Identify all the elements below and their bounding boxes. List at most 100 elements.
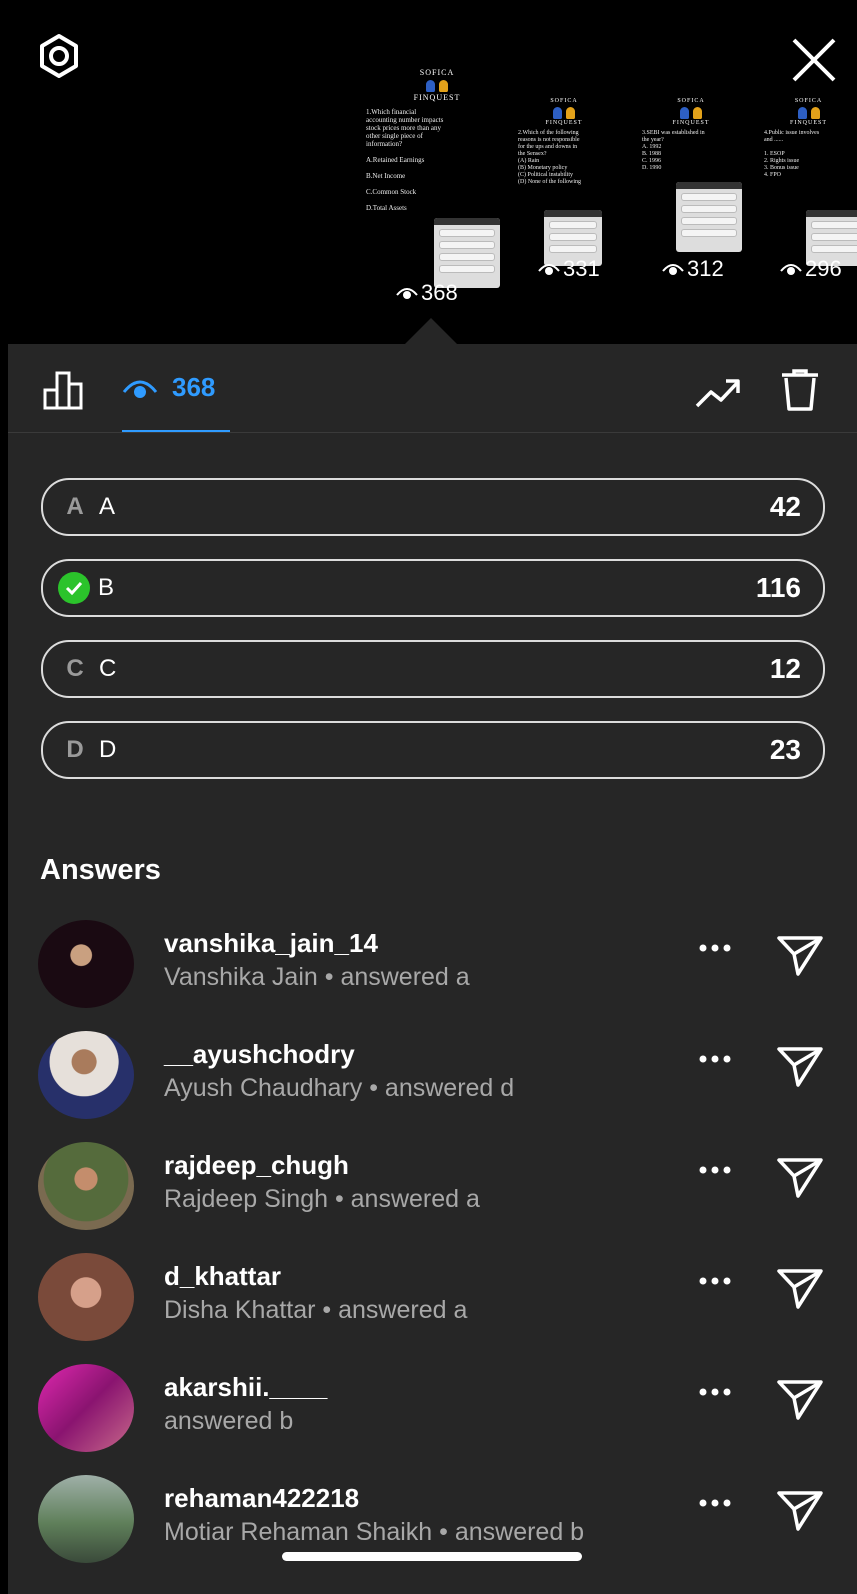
avatar[interactable]: [38, 920, 134, 1008]
more-options-icon[interactable]: [698, 942, 732, 954]
avatar[interactable]: [38, 1253, 134, 1341]
more-options-icon[interactable]: [698, 1497, 732, 1509]
send-icon[interactable]: [776, 1489, 824, 1533]
story-brand-sub: FINQUEST: [413, 93, 461, 102]
poll-option-a[interactable]: A A 42: [41, 478, 825, 536]
active-tab-indicator: [122, 430, 230, 432]
option-count: 42: [769, 491, 801, 522]
avatar[interactable]: [38, 1031, 134, 1119]
answer-row[interactable]: __ayushchodry Ayush Chaudhary • answered…: [8, 1025, 857, 1125]
eye-icon: [396, 288, 418, 299]
send-icon[interactable]: [776, 1378, 824, 1422]
brand-logo-icon: [425, 78, 449, 92]
views-count: 296: [805, 256, 842, 281]
story-brand: SOFICA: [677, 98, 705, 104]
tab-viewers[interactable]: 368: [122, 372, 215, 403]
gear-icon[interactable]: [35, 32, 83, 80]
answer-username[interactable]: rehaman422218: [164, 1483, 359, 1514]
eye-icon: [662, 264, 684, 275]
trash-icon[interactable]: [780, 368, 820, 412]
bar-chart-icon[interactable]: [42, 370, 90, 410]
more-options-icon[interactable]: [698, 1164, 732, 1176]
send-icon[interactable]: [776, 1045, 824, 1089]
send-icon[interactable]: [776, 1267, 824, 1311]
story-question: 1.Which financial accounting number impa…: [366, 108, 444, 212]
views-count: 368: [421, 280, 458, 305]
poll-sticker: [676, 182, 742, 252]
more-options-icon[interactable]: [698, 1275, 732, 1287]
answer-subtitle: Rajdeep Singh • answered a: [164, 1185, 480, 1213]
answer-row[interactable]: rajdeep_chugh Rajdeep Singh • answered a: [8, 1136, 857, 1236]
answers-heading: Answers: [40, 854, 161, 886]
story-question: 3.SEBI was established in the year? A. 1…: [642, 130, 705, 171]
home-indicator[interactable]: [282, 1552, 582, 1561]
story-thumbnail-3[interactable]: SOFICA FINQUEST 3.SEBI was established i…: [638, 98, 744, 268]
answer-row[interactable]: vanshika_jain_14 Vanshika Jain • answere…: [8, 914, 857, 1014]
story-strip: SOFICA FINQUEST 1.Which financial accoun…: [8, 8, 857, 344]
story-brand-sub: FINQUEST: [545, 120, 583, 126]
answer-row[interactable]: d_khattar Disha Khattar • answered a: [8, 1247, 857, 1347]
answer-username[interactable]: rajdeep_chugh: [164, 1150, 349, 1181]
story-question: 4.Public issue involves and ...... 1. ES…: [764, 130, 820, 178]
eye-icon: [122, 380, 158, 398]
poll-option-c[interactable]: C C 12: [41, 640, 825, 698]
trending-icon[interactable]: [694, 376, 742, 410]
selection-pointer: [405, 318, 457, 344]
story-thumbnail-2[interactable]: SOFICA FINQUEST 2.Which of the following…: [514, 98, 614, 268]
answer-subtitle: Ayush Chaudhary • answered d: [164, 1074, 515, 1102]
views-count: 312: [687, 256, 724, 281]
answer-subtitle: answered b: [164, 1407, 294, 1435]
answer-subtitle: Vanshika Jain • answered a: [164, 963, 470, 991]
answer-subtitle: Motiar Rehaman Shaikh • answered b: [164, 1518, 585, 1546]
option-count: 23: [769, 734, 801, 765]
avatar[interactable]: [38, 1142, 134, 1230]
answer-subtitle: Disha Khattar • answered a: [164, 1296, 468, 1324]
answer-username[interactable]: d_khattar: [164, 1261, 281, 1292]
poll-option-d[interactable]: D D 23: [41, 721, 825, 779]
brand-logo-icon: [552, 105, 576, 119]
story-question: 2.Which of the following reasons is not …: [518, 130, 581, 185]
option-label: D: [99, 736, 117, 763]
story-brand: SOFICA: [419, 68, 455, 77]
brand-logo-icon: [797, 105, 821, 119]
story-brand: SOFICA: [794, 98, 823, 104]
answer-username[interactable]: __ayushchodry: [164, 1039, 355, 1070]
option-letter: D: [66, 736, 84, 763]
option-count: 12: [769, 653, 801, 684]
correct-check-icon: [58, 572, 90, 604]
answer-row[interactable]: akarshii.____ answered b: [8, 1358, 857, 1458]
story-views-1: 368: [396, 280, 458, 306]
story-thumbnail-4[interactable]: SOFICA FINQUEST 4.Public issue involves …: [760, 98, 857, 268]
avatar[interactable]: [38, 1364, 134, 1452]
avatar[interactable]: [38, 1475, 134, 1563]
story-brand: SOFICA: [550, 98, 578, 104]
story-views-2: 331: [538, 256, 600, 282]
option-letter: A: [66, 493, 84, 520]
story-views-4: 296: [780, 256, 842, 282]
insights-sheet: 368 A A 42 B 116 C C 12 D D 23 Answers v…: [8, 344, 857, 1594]
option-count: 116: [755, 572, 801, 603]
option-label: B: [98, 574, 115, 601]
option-label: A: [99, 493, 116, 520]
answer-username[interactable]: akarshii.____: [164, 1372, 327, 1403]
answer-username[interactable]: vanshika_jain_14: [164, 928, 378, 959]
story-brand-sub: FINQUEST: [672, 120, 710, 126]
views-count: 331: [563, 256, 600, 281]
poll-sticker: [434, 218, 500, 288]
eye-icon: [538, 264, 560, 275]
story-brand-sub: FINQUEST: [789, 120, 827, 126]
more-options-icon[interactable]: [698, 1053, 732, 1065]
story-views-3: 312: [662, 256, 724, 282]
eye-icon: [780, 264, 802, 275]
close-icon[interactable]: [788, 34, 840, 86]
option-letter: C: [66, 655, 84, 682]
story-thumbnail-1[interactable]: SOFICA FINQUEST 1.Which financial accoun…: [362, 68, 512, 288]
option-label: C: [99, 655, 117, 682]
viewers-count: 368: [172, 372, 216, 402]
send-icon[interactable]: [776, 934, 824, 978]
poll-option-b[interactable]: B 116: [41, 559, 825, 617]
tab-bar: 368: [8, 344, 857, 433]
more-options-icon[interactable]: [698, 1386, 732, 1398]
brand-logo-icon: [679, 105, 703, 119]
send-icon[interactable]: [776, 1156, 824, 1200]
